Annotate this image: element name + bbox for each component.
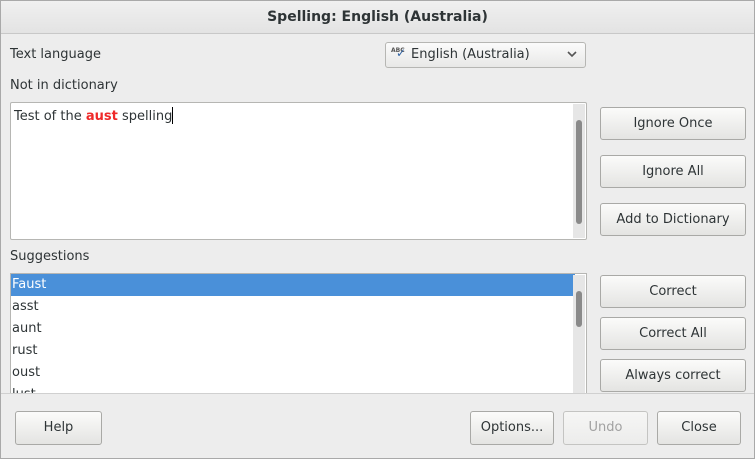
text-caret [172, 107, 174, 124]
ignore-once-button[interactable]: Ignore Once [600, 107, 746, 140]
suggestion-item[interactable]: oust [11, 362, 575, 384]
correct-all-button[interactable]: Correct All [600, 317, 746, 350]
spelling-dialog: Spelling: English (Australia) Text langu… [0, 0, 755, 459]
add-to-dictionary-button[interactable]: Add to Dictionary [600, 203, 746, 236]
suggestion-item[interactable]: asst [11, 296, 575, 318]
not-in-dictionary-label: Not in dictionary [10, 78, 118, 93]
suggestion-item[interactable]: aunt [11, 318, 575, 340]
always-correct-button[interactable]: Always correct [600, 359, 746, 392]
close-button[interactable]: Close [657, 411, 741, 445]
sentence-text-after: spelling [117, 109, 173, 124]
options-button[interactable]: Options... [470, 411, 554, 445]
suggestion-item[interactable]: Faust [11, 274, 575, 296]
text-language-value: English (Australia) [411, 47, 530, 62]
sentence-scrollbar[interactable] [573, 104, 585, 238]
footer-separator [1, 393, 754, 394]
text-language-label: Text language [10, 47, 101, 62]
sentence-text: Test of the aust spelling [14, 107, 174, 124]
suggestions-scrollbar[interactable] [573, 275, 585, 393]
sentence-text-area[interactable]: Test of the aust spelling [10, 102, 587, 240]
suggestion-item[interactable]: rust [11, 340, 575, 362]
spellcheck-icon: ABC ✓ [391, 46, 407, 60]
undo-button[interactable]: Undo [563, 411, 648, 445]
suggestion-item[interactable]: lust [11, 384, 575, 393]
correct-button[interactable]: Correct [600, 275, 746, 308]
suggestions-scrollbar-thumb[interactable] [576, 291, 582, 327]
ignore-all-button[interactable]: Ignore All [600, 155, 746, 188]
suggestions-label: Suggestions [10, 249, 90, 264]
sentence-text-before: Test of the [14, 109, 86, 124]
sentence-scrollbar-thumb[interactable] [576, 120, 582, 224]
help-button[interactable]: Help [15, 411, 102, 445]
text-language-combo[interactable]: ABC ✓ English (Australia) [385, 42, 586, 68]
misspelled-word: aust [85, 109, 118, 124]
dialog-title: Spelling: English (Australia) [1, 1, 754, 34]
chevron-down-icon [567, 51, 577, 58]
suggestions-list[interactable]: Faust asst aunt rust oust lust [10, 273, 587, 393]
